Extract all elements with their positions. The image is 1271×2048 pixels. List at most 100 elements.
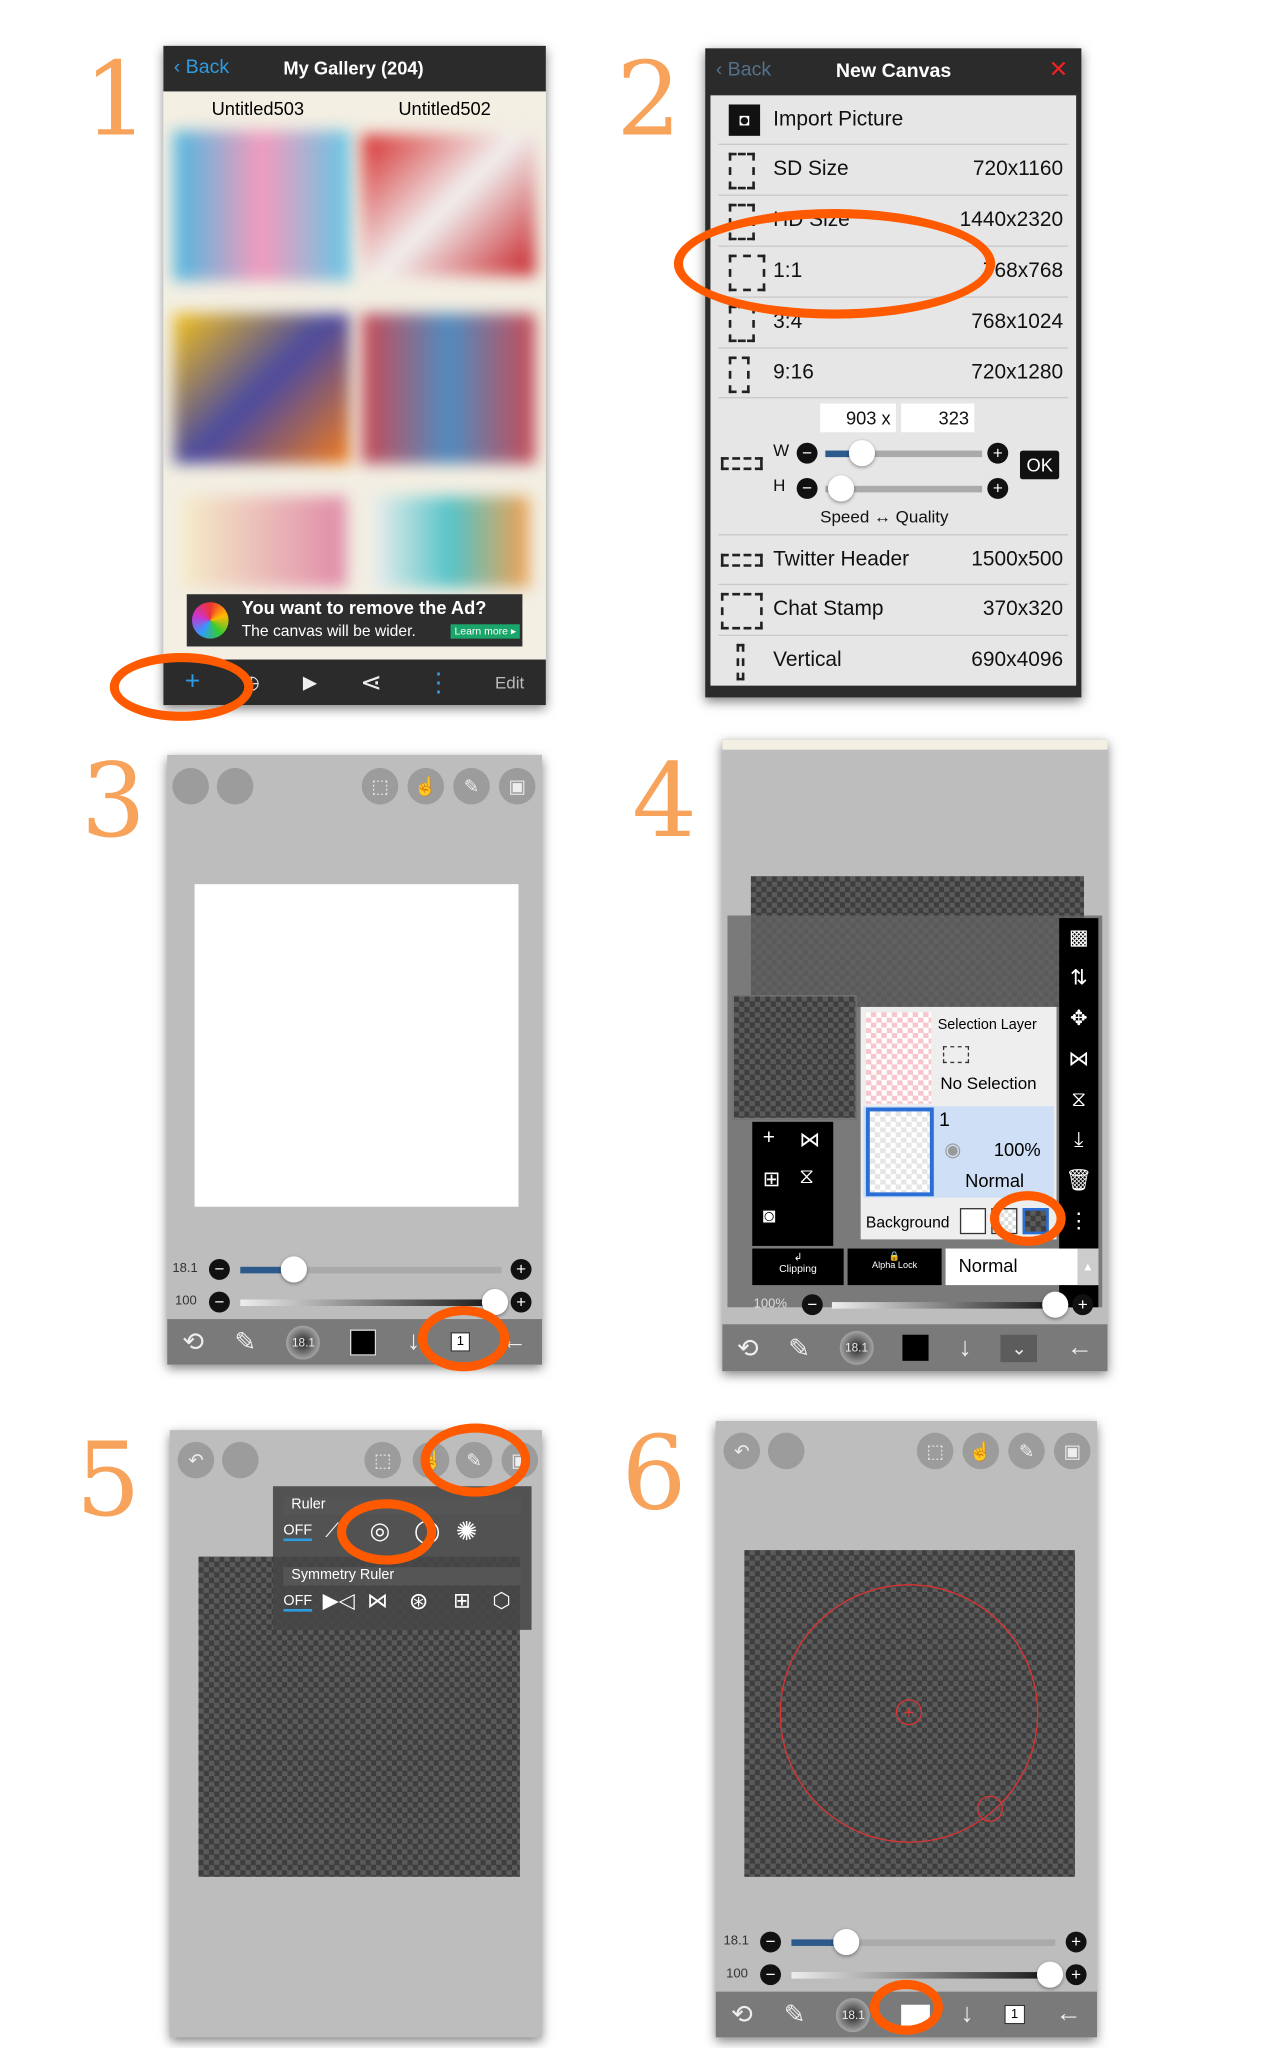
minus-icon[interactable]: − [760, 1931, 781, 1953]
opacity-slider[interactable] [791, 1972, 1056, 1979]
hand-icon[interactable]: ☝ [407, 767, 445, 805]
canvas[interactable]: + [744, 1550, 1075, 1877]
clipping-button[interactable]: ↲ Clipping [752, 1248, 844, 1286]
width-input[interactable]: 903 x [820, 403, 896, 433]
preset-chat-stamp[interactable]: Chat Stamp 370x320 [718, 585, 1069, 637]
transform-icon[interactable]: ⟲ [737, 1331, 759, 1364]
slider-handle[interactable] [828, 475, 855, 502]
color-swatch[interactable] [902, 1334, 930, 1361]
transform-icon[interactable]: ⟲ [731, 1998, 753, 2031]
bg-white-swatch[interactable] [959, 1208, 987, 1235]
preset-twitter-header[interactable]: Twitter Header 1500x500 [718, 535, 1069, 586]
merge-down-icon[interactable]: ⤓ [1059, 1121, 1098, 1161]
selection-layer-thumb[interactable] [865, 1012, 932, 1104]
minus-icon[interactable]: − [208, 1291, 230, 1313]
ok-button[interactable]: OK [1019, 450, 1060, 480]
gallery-thumbnail[interactable] [361, 313, 536, 464]
slider-handle[interactable] [848, 440, 876, 467]
alpha-lock-button[interactable]: 🔒 Alpha Lock [847, 1248, 942, 1286]
ruler-icon[interactable]: ✎ [453, 767, 490, 805]
gallery-thumbnail[interactable] [372, 496, 529, 588]
rotate-icon[interactable]: ⧖ [799, 1166, 814, 1190]
undo-button[interactable]: ↶ [723, 1432, 761, 1470]
minus-icon[interactable]: − [796, 442, 818, 464]
flip-icon[interactable]: ⋈ [799, 1127, 820, 1153]
close-layers-button[interactable]: ⌄ [1000, 1334, 1038, 1362]
brush-preview[interactable]: 18.1 [839, 1330, 874, 1365]
ruler-radius-handle[interactable] [976, 1795, 1004, 1822]
plus-icon[interactable]: + [1065, 1931, 1087, 1953]
gallery-thumbnail[interactable] [361, 134, 536, 276]
redo-button[interactable] [222, 1441, 259, 1479]
material-icon[interactable]: ▣ [1053, 1432, 1091, 1470]
redo-button[interactable] [216, 767, 254, 805]
gallery-thumbnail[interactable] [173, 313, 351, 464]
back-arrow-icon[interactable]: ← [1067, 1333, 1093, 1363]
layer-row[interactable]: 1 ◉ 100% Normal [863, 1106, 1054, 1198]
learn-more-button[interactable]: Learn more ▸ [450, 624, 520, 639]
selection-icon[interactable]: ⬚ [364, 1441, 401, 1479]
brush-icon[interactable]: ✎ [784, 1998, 806, 2031]
radial-ruler-icon[interactable]: ✺ [456, 1515, 478, 1548]
back-button[interactable]: ‹ Back [716, 59, 772, 81]
brush-preview[interactable]: 18.1 [836, 1997, 871, 2032]
trash-icon[interactable]: 🗑 [1059, 1161, 1098, 1201]
minus-icon[interactable]: − [796, 477, 818, 499]
edit-button[interactable]: Edit [495, 673, 524, 693]
plus-icon[interactable]: + [987, 442, 1009, 464]
plus-icon[interactable]: + [510, 1258, 532, 1280]
import-picture-item[interactable]: ◘ Import Picture [718, 95, 1069, 145]
color-swatch[interactable] [350, 1328, 377, 1355]
flip-h-icon[interactable]: ⋈ [1059, 1040, 1098, 1080]
close-button[interactable]: ✕ [1049, 56, 1069, 83]
eye-icon[interactable]: ◉ [944, 1138, 961, 1161]
white-canvas[interactable] [194, 884, 519, 1207]
height-input[interactable]: 323 [901, 403, 975, 433]
add-layer-icon[interactable]: + [763, 1127, 775, 1151]
ruler-off-button[interactable]: OFF [283, 1523, 313, 1542]
slider-handle[interactable] [280, 1256, 307, 1283]
preset-vertical[interactable]: Vertical 690x4096 [718, 636, 1068, 686]
ruler-icon[interactable]: ✎ [1008, 1432, 1045, 1470]
transparent-icon[interactable]: ▩ [1059, 918, 1098, 958]
minus-icon[interactable]: − [801, 1294, 823, 1316]
slider-handle[interactable] [1036, 1961, 1064, 1988]
more-button[interactable]: ⋮ [425, 666, 451, 699]
layers-button[interactable]: 1 [1004, 2004, 1025, 2025]
brush-icon[interactable]: ✎ [788, 1331, 810, 1364]
play-button[interactable]: ▶ [303, 671, 317, 693]
plus-icon[interactable]: + [1072, 1294, 1094, 1316]
add-layer-box-icon[interactable]: ⊞ [763, 1166, 781, 1192]
radial-symmetry-icon[interactable]: ⊛ [409, 1588, 429, 1615]
material-icon[interactable]: ▣ [498, 767, 536, 805]
gallery-thumbnail[interactable] [173, 130, 351, 281]
brush-icon[interactable]: ✎ [234, 1326, 256, 1359]
move-icon[interactable]: ✥ [1059, 999, 1098, 1039]
selection-icon[interactable]: ⬚ [916, 1432, 954, 1470]
perspective-icon[interactable]: ⊞ [453, 1588, 471, 1614]
minus-icon[interactable]: − [208, 1258, 230, 1280]
camera-icon[interactable]: ◙ [763, 1205, 776, 1229]
arrow-down-icon[interactable]: ↓ [959, 1333, 972, 1363]
plus-icon[interactable]: + [510, 1291, 532, 1313]
flip-v-icon[interactable]: ⧖ [1059, 1080, 1098, 1120]
symmetry-off-button[interactable]: OFF [283, 1593, 313, 1612]
swap-icon[interactable]: ⇅ [1059, 959, 1098, 999]
share-button[interactable]: ⋖ [360, 666, 382, 699]
preset-9-16[interactable]: 9:16 720x1280 [718, 349, 1069, 399]
blend-mode-select[interactable]: Normal ▲ [945, 1248, 1099, 1286]
3d-perspective-icon[interactable]: ⬡ [492, 1588, 510, 1614]
mirror-symmetry-icon[interactable]: ▶◁ [323, 1588, 355, 1614]
slider-handle[interactable] [1042, 1291, 1069, 1318]
undo-button[interactable] [172, 767, 209, 805]
transform-icon[interactable]: ⟲ [182, 1326, 204, 1359]
ad-banner[interactable]: You want to remove the Ad? The canvas wi… [186, 594, 523, 647]
minus-icon[interactable]: − [760, 1964, 781, 1986]
plus-icon[interactable]: + [987, 477, 1009, 499]
selection-icon[interactable]: ⬚ [361, 767, 399, 805]
quad-symmetry-icon[interactable]: ⋈ [367, 1588, 388, 1614]
back-button[interactable]: ‹ Back [174, 56, 230, 78]
preset-sd[interactable]: SD Size 720x1160 [718, 145, 1069, 196]
brush-size-slider[interactable] [240, 1266, 502, 1274]
redo-button[interactable] [767, 1432, 805, 1470]
